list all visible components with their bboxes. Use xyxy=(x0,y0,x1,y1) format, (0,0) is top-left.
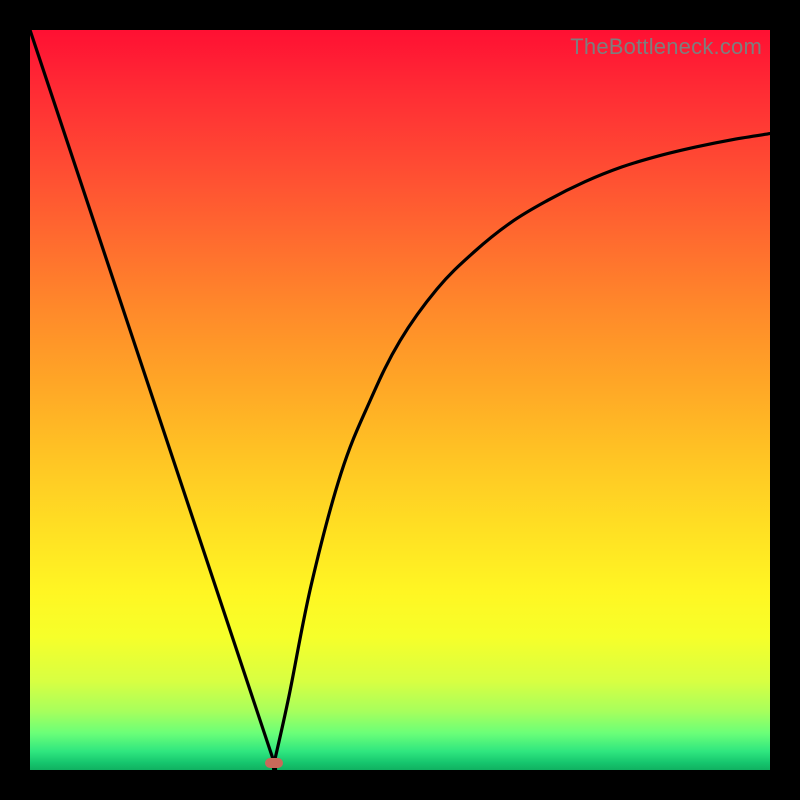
curve-path xyxy=(30,30,770,772)
bottleneck-curve xyxy=(30,30,770,770)
plot-area: TheBottleneck.com xyxy=(30,30,770,770)
chart-frame: TheBottleneck.com xyxy=(0,0,800,800)
minimum-marker xyxy=(265,758,283,768)
